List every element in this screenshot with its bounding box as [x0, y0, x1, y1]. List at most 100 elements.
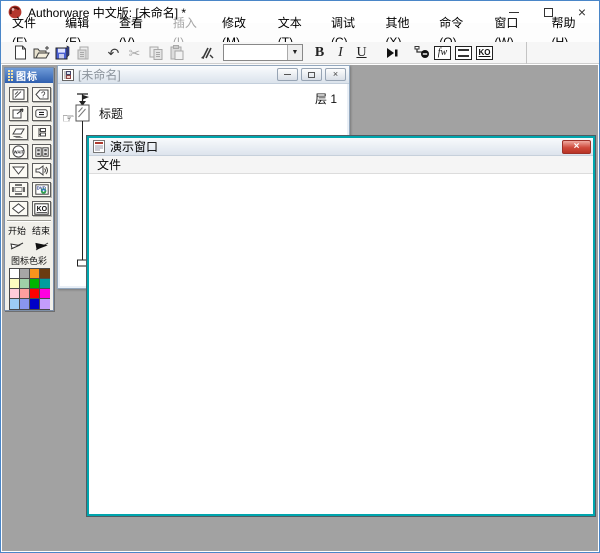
knowledge-object-icon: KO [34, 203, 49, 215]
framework-icon-button[interactable] [9, 182, 28, 197]
flow-item-label[interactable]: 标题 [99, 105, 123, 122]
color-swatch[interactable] [30, 269, 40, 279]
design-close-button[interactable]: × [325, 68, 346, 81]
new-document-icon [14, 45, 27, 60]
combo-dropdown-arrow[interactable]: ▼ [287, 45, 302, 60]
variables-icon [455, 46, 472, 60]
color-swatch[interactable] [10, 289, 20, 299]
dvd-icon: DVD [35, 184, 49, 195]
interaction-icon: ? [35, 89, 49, 100]
color-swatch[interactable] [20, 279, 30, 289]
import-icon [77, 46, 91, 60]
motion-icon [12, 108, 25, 119]
presentation-menu-file[interactable]: 文件 [89, 156, 129, 173]
digital-movie-icon-button[interactable] [32, 144, 51, 159]
copy-button[interactable] [145, 43, 166, 63]
knowledge-objects-button[interactable]: KO [474, 43, 495, 63]
color-swatch[interactable] [30, 289, 40, 299]
underline-button[interactable]: U [351, 43, 372, 63]
find-icon [199, 46, 214, 60]
color-swatch[interactable] [40, 279, 50, 289]
palette-titlebar[interactable]: 图标 [5, 68, 53, 83]
digital-movie-icon [35, 147, 49, 157]
paste-icon [170, 45, 184, 60]
menu-bar: 文件(F) 编辑(E) 查看(V) 插入(I) 修改(M) 文本(T) 调试(C… [1, 23, 599, 42]
toolbar-divider [526, 42, 527, 64]
color-swatch[interactable] [40, 289, 50, 299]
sound-icon-button[interactable] [32, 163, 51, 178]
design-minimize-button[interactable] [277, 68, 298, 81]
knowledge-objects-icon: KO [476, 46, 493, 60]
start-flag-icon[interactable] [9, 239, 26, 251]
control-panel-icon [414, 46, 430, 60]
presentation-canvas[interactable] [89, 174, 593, 514]
decision-icon [12, 203, 25, 214]
svg-text:WAIT: WAIT [14, 149, 25, 154]
display-icon [12, 89, 25, 100]
svg-text:KO: KO [37, 206, 48, 213]
navigate-icon [12, 166, 25, 175]
framework-icon [12, 184, 25, 195]
color-swatch[interactable] [30, 279, 40, 289]
erase-icon [12, 128, 26, 138]
toolbar: ↶ ✂ [1, 42, 599, 64]
save-all-button[interactable] [52, 43, 73, 63]
color-swatch[interactable] [10, 269, 20, 279]
color-swatch[interactable] [10, 299, 20, 309]
workspace: [未命名] × 层 1 [2, 65, 598, 551]
wait-icon: WAIT [12, 145, 25, 158]
italic-button[interactable]: I [330, 43, 351, 63]
calculation-icon-button[interactable] [32, 106, 51, 121]
new-document-button[interactable] [10, 43, 31, 63]
navigate-icon-button[interactable] [9, 163, 28, 178]
interaction-icon-button[interactable]: ? [32, 87, 51, 102]
text-style-select[interactable]: ▼ [223, 44, 303, 61]
run-button[interactable] [381, 43, 402, 63]
color-swatch[interactable] [10, 279, 20, 289]
cut-icon: ✂ [129, 46, 141, 60]
bold-button[interactable]: B [309, 43, 330, 63]
paste-button[interactable] [166, 43, 187, 63]
erase-icon-button[interactable] [9, 125, 28, 140]
control-panel-button[interactable] [411, 43, 432, 63]
color-swatch[interactable] [20, 299, 30, 309]
sound-icon [35, 165, 48, 176]
svg-text:?: ? [41, 90, 46, 99]
dvd-icon-button[interactable]: DVD [32, 182, 51, 197]
color-swatch[interactable] [20, 269, 30, 279]
variables-button[interactable] [453, 43, 474, 63]
color-swatch[interactable] [40, 299, 50, 309]
map-icon-button[interactable] [32, 125, 51, 140]
functions-icon: fw [434, 46, 451, 60]
palette-grip-icon [8, 70, 13, 81]
presentation-titlebar[interactable]: 演示窗口 × [89, 138, 593, 156]
open-button[interactable] [31, 43, 52, 63]
palette-title: 图标 [16, 68, 38, 83]
presentation-close-icon: × [574, 142, 580, 152]
display-icon-button[interactable] [9, 87, 28, 102]
design-window-titlebar[interactable]: [未命名] × [58, 66, 349, 84]
color-swatch[interactable] [40, 269, 50, 279]
presentation-window-icon [93, 140, 105, 153]
motion-icon-button[interactable] [9, 106, 28, 121]
import-button[interactable] [73, 43, 94, 63]
cut-button[interactable]: ✂ [124, 43, 145, 63]
icon-color-grid [9, 268, 50, 310]
decision-icon-button[interactable] [9, 201, 28, 216]
functions-button[interactable]: fw [432, 43, 453, 63]
color-swatch[interactable] [30, 299, 40, 309]
end-flag-icon[interactable] [33, 239, 50, 251]
map-icon [36, 127, 48, 138]
palette-separator [7, 220, 51, 222]
find-button[interactable] [196, 43, 217, 63]
italic-icon: I [338, 45, 343, 61]
presentation-window: 演示窗口 × 文件 [87, 136, 595, 516]
wait-icon-button[interactable]: WAIT [9, 144, 28, 159]
presentation-close-button[interactable]: × [562, 140, 591, 154]
design-window-icon [62, 69, 74, 81]
knowledge-object-icon-button[interactable]: KO [32, 201, 51, 216]
presentation-title: 演示窗口 [110, 138, 158, 155]
color-swatch[interactable] [20, 289, 30, 299]
undo-button[interactable]: ↶ [103, 43, 124, 63]
design-maximize-button[interactable] [301, 68, 322, 81]
